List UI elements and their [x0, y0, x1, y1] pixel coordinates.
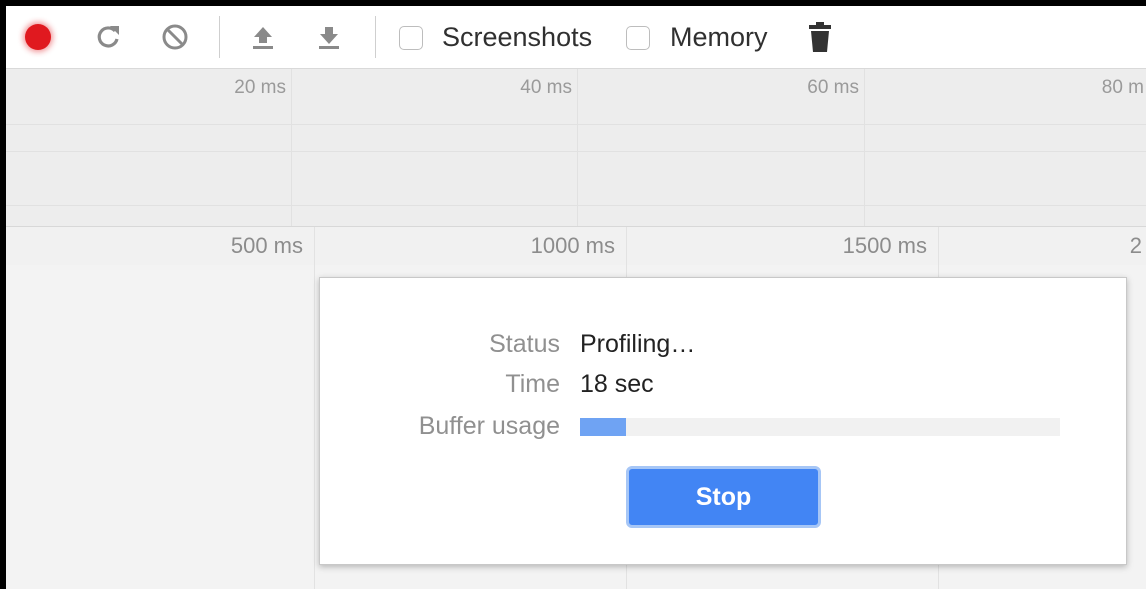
status-value: Profiling… — [580, 330, 696, 358]
profiling-status-dialog: Status Profiling… Time 18 sec Buffer usa… — [319, 277, 1127, 565]
toolbar-divider — [375, 16, 376, 58]
toolbar: Screenshots Memory — [6, 6, 1146, 69]
save-profile-button[interactable] — [312, 20, 346, 54]
toolbar-divider — [219, 16, 220, 58]
trash-icon — [809, 22, 831, 52]
overview-tick-label: 40 ms — [520, 77, 572, 98]
clear-icon — [162, 24, 188, 50]
status-label: Status — [489, 330, 560, 358]
time-label: Time — [505, 370, 560, 398]
timeline-tick-label: 1000 ms — [530, 233, 615, 258]
record-icon — [25, 24, 51, 50]
timeline-tick-label: 1500 ms — [842, 233, 927, 258]
screenshots-label[interactable]: Screenshots — [442, 20, 592, 54]
timeline-tick-label: 500 ms — [230, 233, 303, 258]
buffer-usage-label: Buffer usage — [418, 412, 560, 440]
screenshots-checkbox[interactable] — [399, 26, 423, 50]
overview-tick-label: 80 m — [1101, 77, 1144, 98]
grid-line — [314, 227, 315, 589]
overview-tick-label: 20 ms — [234, 77, 286, 98]
grid-line — [577, 69, 578, 226]
clear-button[interactable] — [158, 20, 192, 54]
overview-pane[interactable]: 20 ms 40 ms 60 ms 80 m — [6, 69, 1146, 227]
upload-icon — [253, 27, 273, 49]
performance-panel: Screenshots Memory 20 ms 40 ms 60 ms 80 … — [6, 6, 1146, 589]
grid-line — [6, 151, 1146, 152]
grid-line — [291, 69, 292, 226]
memory-checkbox[interactable] — [626, 26, 650, 50]
reload-button[interactable] — [92, 20, 124, 54]
reload-icon — [97, 26, 119, 48]
grid-line — [864, 69, 865, 226]
record-button[interactable] — [22, 21, 54, 53]
grid-line — [6, 124, 1146, 125]
memory-label[interactable]: Memory — [670, 20, 768, 54]
time-value: 18 sec — [580, 370, 654, 398]
stop-button[interactable]: Stop — [626, 466, 821, 528]
timeline-tick-label: 2 — [1129, 233, 1142, 258]
collect-garbage-button[interactable] — [803, 18, 837, 56]
overview-tick-label: 60 ms — [807, 77, 859, 98]
download-icon — [319, 27, 339, 49]
buffer-usage-bar — [580, 418, 1060, 436]
load-profile-button[interactable] — [246, 20, 280, 54]
buffer-usage-fill — [580, 418, 626, 436]
grid-line — [6, 205, 1146, 206]
